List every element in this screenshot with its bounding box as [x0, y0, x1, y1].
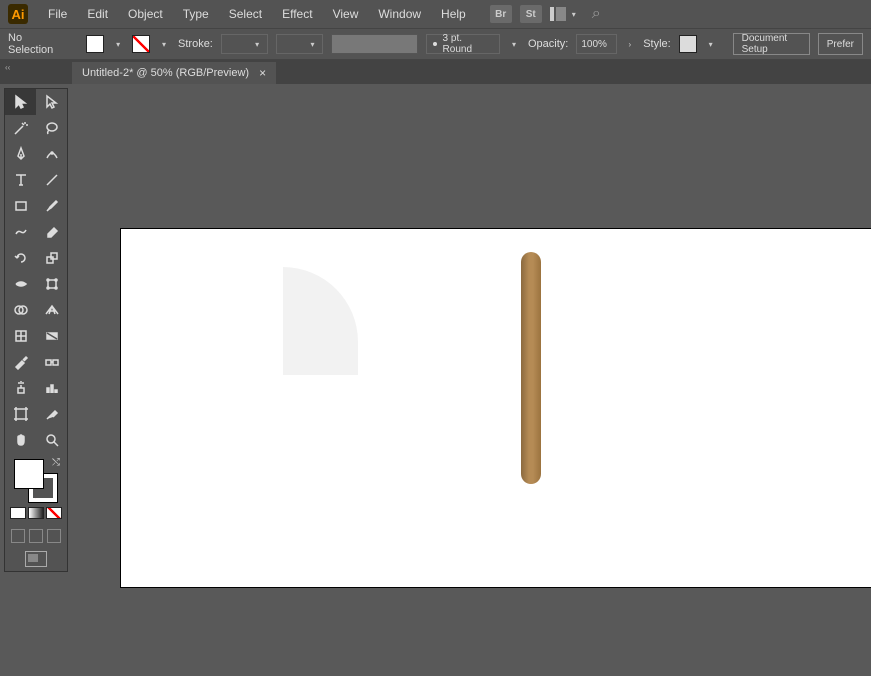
- opacity-input[interactable]: 100%: [576, 34, 616, 54]
- color-mode-gradient[interactable]: [28, 507, 44, 519]
- app-logo: Ai: [8, 4, 28, 24]
- menubar-icons: Br St ▾ ⌕: [490, 5, 601, 23]
- tab-bar: Untitled-2* @ 50% (RGB/Preview) ×: [0, 60, 871, 84]
- symbol-sprayer-tool[interactable]: [5, 375, 36, 401]
- stock-icon[interactable]: St: [520, 5, 542, 23]
- menu-window[interactable]: Window: [370, 3, 429, 25]
- stroke-dropdown[interactable]: ▾: [158, 40, 170, 49]
- control-bar: No Selection ▾ ▾ Stroke: ▾ ▾ 3 pt. Round…: [0, 28, 871, 60]
- color-mode-solid[interactable]: [10, 507, 26, 519]
- brush-dot-icon: [433, 42, 437, 46]
- free-transform-tool[interactable]: [36, 271, 67, 297]
- workspace-bar2-icon: [556, 7, 566, 21]
- fill-stroke-controls: ⤭: [5, 453, 67, 525]
- opacity-label: Opacity:: [528, 38, 568, 50]
- pen-tool[interactable]: [5, 141, 36, 167]
- rectangle-tool[interactable]: [5, 193, 36, 219]
- menu-edit[interactable]: Edit: [79, 3, 116, 25]
- preferences-button[interactable]: Prefer: [818, 33, 863, 55]
- rotate-tool[interactable]: [5, 245, 36, 271]
- magic-wand-tool[interactable]: [5, 115, 36, 141]
- eraser-tool[interactable]: [36, 219, 67, 245]
- swap-fill-stroke-icon[interactable]: ⤭: [52, 457, 60, 468]
- draw-modes: [5, 525, 67, 547]
- document-setup-button[interactable]: Document Setup: [733, 33, 810, 55]
- style-label: Style:: [643, 38, 671, 50]
- stick-shape[interactable]: [521, 252, 541, 484]
- selection-status: No Selection: [8, 32, 58, 56]
- menu-help[interactable]: Help: [433, 3, 474, 25]
- stroke-label: Stroke:: [178, 38, 213, 50]
- hand-tool[interactable]: [5, 427, 36, 453]
- menu-file[interactable]: File: [40, 3, 75, 25]
- workspace-bar-icon: [550, 7, 554, 21]
- draw-inside[interactable]: [47, 529, 61, 543]
- brush-dropdown[interactable]: ▾: [508, 40, 520, 49]
- draw-behind[interactable]: [29, 529, 43, 543]
- column-graph-tool[interactable]: [36, 375, 67, 401]
- mesh-tool[interactable]: [5, 323, 36, 349]
- menu-view[interactable]: View: [325, 3, 367, 25]
- draw-normal[interactable]: [11, 529, 25, 543]
- eyedropper-tool[interactable]: [5, 349, 36, 375]
- brush-value: 3 pt. Round: [443, 33, 493, 55]
- color-mode-none[interactable]: [46, 507, 62, 519]
- opacity-dropdown[interactable]: ›: [625, 40, 636, 49]
- fill-dropdown[interactable]: ▾: [112, 40, 124, 49]
- stroke-color-swatch[interactable]: [132, 35, 150, 53]
- zoom-tool[interactable]: [36, 427, 67, 453]
- width-tool[interactable]: [5, 271, 36, 297]
- screen-mode[interactable]: [5, 547, 67, 571]
- graphic-style-swatch[interactable]: [679, 35, 697, 53]
- perspective-grid-tool[interactable]: [36, 297, 67, 323]
- stroke-visualization[interactable]: [331, 34, 417, 54]
- fill-swatch[interactable]: [14, 459, 44, 489]
- lasso-tool[interactable]: [36, 115, 67, 141]
- artboard[interactable]: [120, 228, 871, 588]
- document-tab[interactable]: Untitled-2* @ 50% (RGB/Preview) ×: [72, 62, 276, 84]
- type-tool[interactable]: [5, 167, 36, 193]
- canvas-area[interactable]: [75, 84, 871, 676]
- blend-tool[interactable]: [36, 349, 67, 375]
- shaper-tool[interactable]: [5, 219, 36, 245]
- selection-tool[interactable]: [5, 89, 36, 115]
- shape-builder-tool[interactable]: [5, 297, 36, 323]
- direct-selection-tool[interactable]: [36, 89, 67, 115]
- fill-color-swatch[interactable]: [86, 35, 104, 53]
- gradient-tool[interactable]: [36, 323, 67, 349]
- stroke-width-input[interactable]: ▾: [221, 34, 268, 54]
- brush-selector[interactable]: 3 pt. Round: [426, 34, 500, 54]
- stroke-profile-select[interactable]: ▾: [276, 34, 323, 54]
- menu-type[interactable]: Type: [175, 3, 217, 25]
- menu-select[interactable]: Select: [221, 3, 270, 25]
- panel-expand-icon[interactable]: ‹‹: [5, 63, 15, 71]
- bridge-icon[interactable]: Br: [490, 5, 512, 23]
- chevron-down-icon: ▾: [572, 10, 576, 19]
- style-dropdown[interactable]: ▾: [705, 40, 717, 49]
- menubar: Ai File Edit Object Type Select Effect V…: [0, 0, 871, 28]
- curvature-tool[interactable]: [36, 141, 67, 167]
- menu-effect[interactable]: Effect: [274, 3, 320, 25]
- stroke-width-stepper[interactable]: ▾: [251, 40, 263, 49]
- quarter-circle-shape[interactable]: [283, 267, 358, 375]
- tab-title: Untitled-2* @ 50% (RGB/Preview): [82, 67, 249, 79]
- artboard-tool[interactable]: [5, 401, 36, 427]
- color-mode-row: [10, 507, 62, 519]
- scale-tool[interactable]: [36, 245, 67, 271]
- workspace-switcher[interactable]: ▾: [550, 7, 576, 21]
- search-icon[interactable]: ⌕: [592, 5, 601, 23]
- paintbrush-tool[interactable]: [36, 193, 67, 219]
- slice-tool[interactable]: [36, 401, 67, 427]
- screen-mode-icon: [25, 551, 47, 567]
- stroke-profile-dropdown[interactable]: ▾: [306, 40, 318, 49]
- tools-panel: ⤭: [4, 88, 68, 572]
- line-tool[interactable]: [36, 167, 67, 193]
- menu-object[interactable]: Object: [120, 3, 171, 25]
- tab-close-icon[interactable]: ×: [259, 66, 266, 80]
